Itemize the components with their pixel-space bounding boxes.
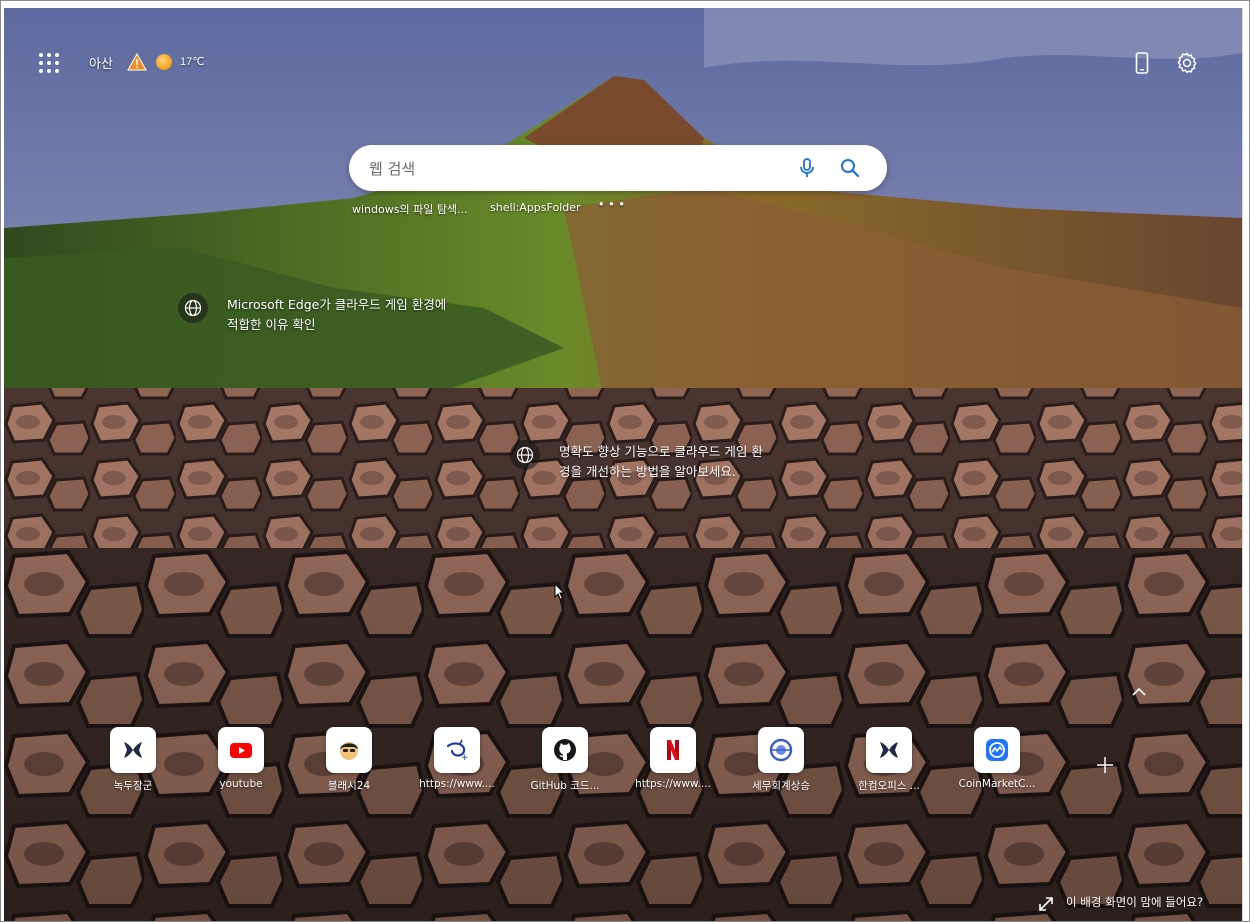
expand-icon [1039,897,1053,911]
weather-location[interactable]: 아산 [89,53,113,72]
background-feedback-text: 이 배경 화면이 맘에 들어요? [1066,895,1204,909]
search-input[interactable] [367,145,791,193]
settings-gear-icon[interactable] [1175,51,1199,75]
github-icon [542,727,588,773]
quick-link-label: youtube [219,778,263,790]
add-shortcut-plus-icon[interactable] [1094,754,1116,776]
info-card-line: Microsoft Edge가 클라우드 게임 환경에 [227,297,447,312]
quick-link-label: 블래시24 [327,780,371,792]
app-x-icon [110,727,156,773]
quick-link-label: https://www.... [635,778,711,790]
search-icon[interactable] [839,157,861,179]
app-x-icon [866,727,912,773]
quick-link-label: 녹두장군 [113,780,153,792]
app-circle-icon [758,727,804,773]
app-launcher-grid-icon[interactable] [38,52,60,74]
quick-link-label: 세무회계상승 [752,780,810,792]
info-card-1[interactable]: Microsoft Edge가 클라우드 게임 환경에 적합한 이유 확인 [178,293,498,337]
more-history-button[interactable]: • • • [599,196,625,211]
quick-link-tile[interactable]: GitHub 코드... [517,727,613,799]
mouse-cursor-icon [554,583,566,601]
quick-link-tile[interactable]: 세무회계상승 [733,727,829,799]
phone-icon[interactable] [1133,52,1151,74]
info-card-line: 경을 개선하는 방법을 알아보세요. [559,464,736,479]
warning-icon[interactable] [127,53,147,71]
quick-link-tile[interactable]: + https://www.... [409,727,505,799]
globe-icon [510,440,540,470]
quick-link-tile[interactable]: 녹두장군 [85,727,181,799]
quick-link-tile[interactable]: 한컴오피스 ... [841,727,937,799]
quick-link-label: 한컴오피스 ... [858,780,920,792]
netflix-icon [650,727,696,773]
info-card-2[interactable]: 명확도 향상 기능으로 클라우드 게임 환 경을 개선하는 방법을 알아보세요. [510,440,830,484]
web-search-box[interactable] [349,145,887,193]
sun-icon[interactable] [156,54,172,70]
avatar-icon [326,727,372,773]
coinmarketcap-icon [974,727,1020,773]
info-card-text: Microsoft Edge가 클라우드 게임 환경에 적합한 이유 확인 [227,295,446,335]
quick-link-tile[interactable]: 블래시24 [301,727,397,799]
quick-link-label: GitHub 코드... [530,780,600,792]
globe-icon [178,293,208,323]
chevron-up-icon[interactable] [1131,686,1147,698]
search-history-item[interactable]: shell:AppsFolder [490,201,581,214]
disney-plus-icon: + [434,727,480,773]
quick-link-tile[interactable]: https://www.... [625,727,721,799]
info-card-line: 명확도 향상 기능으로 클라우드 게임 환 [559,444,763,459]
youtube-icon [218,727,264,773]
search-history-item[interactable]: windows의 파일 탐색... [352,201,468,217]
quick-link-tile[interactable]: CoinMarketC... [949,727,1045,799]
weather-temperature[interactable]: 17℃ [180,55,205,68]
quick-link-label: https://www.... [419,778,495,790]
quick-link-label: CoinMarketC... [958,778,1036,790]
quick-link-tile[interactable]: youtube [193,727,289,799]
info-card-text: 명확도 향상 기능으로 클라우드 게임 환 경을 개선하는 방법을 알아보세요. [559,442,763,482]
microphone-icon[interactable] [796,157,818,179]
info-card-line: 적합한 이유 확인 [227,317,316,332]
svg-text:+: + [461,753,469,762]
